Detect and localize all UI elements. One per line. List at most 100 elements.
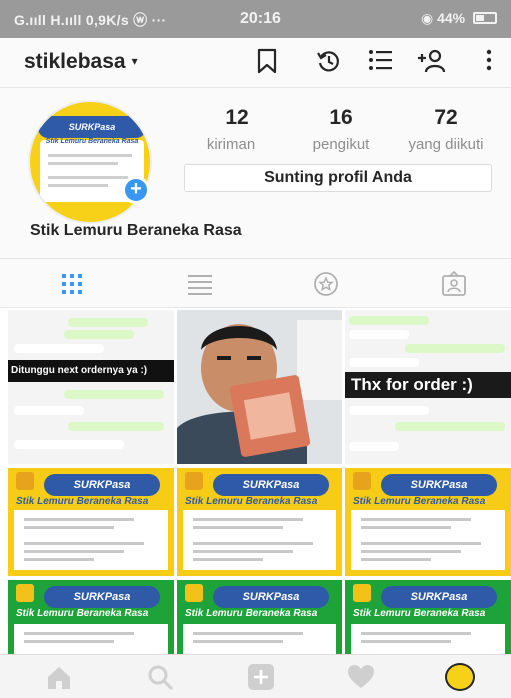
followers-count-value: 16 <box>329 106 353 129</box>
network-status: G.ııll H.ııll 0,9K/s ⓦ ··· <box>14 12 167 28</box>
chat-bubble <box>64 390 164 399</box>
person-tag-icon <box>442 270 466 296</box>
more-icon[interactable] <box>474 48 504 78</box>
edit-profile-button[interactable]: Sunting profil Anda <box>184 164 492 192</box>
avatar-text-line <box>48 162 118 165</box>
post-card <box>14 510 168 570</box>
profile-header: stiklebasa ▾ <box>0 38 511 88</box>
add-story-button[interactable]: + <box>122 176 150 204</box>
pizza-logo-icon <box>16 472 34 490</box>
post-thumbnail-yellow-3[interactable]: SURKPasa Stik Lemuru Beraneka Rasa <box>345 468 511 576</box>
avatar-title: Stik Lemuru Beraneka Rasa <box>45 138 139 145</box>
brand-banner: SURKPasa <box>213 474 329 496</box>
text-line <box>361 558 431 561</box>
battery-icon <box>473 12 497 24</box>
list-icon[interactable] <box>366 48 396 78</box>
text-line <box>361 632 471 635</box>
wifi-icon: ◉ <box>420 10 434 26</box>
chat-bubble <box>349 330 409 339</box>
post-thumbnail-chat-2[interactable]: Thx for order :) <box>345 310 511 464</box>
chat-bubble <box>14 344 104 353</box>
bookmark-icon[interactable] <box>252 48 282 78</box>
text-line <box>24 518 134 521</box>
brand-banner: SURKPasa <box>44 474 160 496</box>
post-title: Stik Lemuru Beraneka Rasa <box>353 496 486 507</box>
text-line <box>24 550 124 553</box>
chat-bubble <box>349 358 419 367</box>
text-line <box>24 542 144 545</box>
chat-bubble <box>68 318 148 327</box>
brand-banner: SURKPasa <box>213 586 329 608</box>
post-thumbnail-green-1[interactable]: SURKPasa Stik Lemuru Beraneka Rasa <box>8 580 174 654</box>
chat-bubble <box>14 440 124 449</box>
text-line <box>24 640 114 643</box>
profile-tab-avatar[interactable] <box>445 663 475 691</box>
bottom-navigation <box>0 654 511 698</box>
post-thumbnail-chat-1[interactable]: Ditunggu next ordernya ya :) <box>8 310 174 464</box>
text-line <box>24 558 94 561</box>
chevron-down-icon: ▾ <box>131 54 138 68</box>
corn-logo-icon <box>185 584 203 602</box>
tab-grid-view[interactable] <box>58 271 86 297</box>
tab-tagged[interactable] <box>312 271 340 297</box>
text-line <box>193 558 263 561</box>
chat-bubble <box>68 422 164 431</box>
brand-banner: SURKPasa <box>381 586 497 608</box>
text-line <box>24 632 134 635</box>
text-line <box>193 632 303 635</box>
chat-bubble <box>349 442 399 451</box>
avatar-text-line <box>48 154 132 157</box>
chat-bubble <box>405 344 505 353</box>
following-count-value: 72 <box>434 106 458 129</box>
post-caption-banner: Ditunggu next ordernya ya :) <box>8 360 174 382</box>
posts-count[interactable]: 12 kiriman <box>207 106 262 153</box>
text-line <box>193 526 283 529</box>
followers-count[interactable]: 16 pengikut <box>296 106 386 153</box>
post-title: Stik Lemuru Beraneka Rasa <box>185 608 318 619</box>
post-title: Stik Lemuru Beraneka Rasa <box>353 608 486 619</box>
account-switcher[interactable]: stiklebasa ▾ <box>24 50 138 74</box>
following-count-label: yang diikuti <box>408 136 484 153</box>
posts-grid: Ditunggu next ordernya ya :) Thx for ord… <box>8 310 511 654</box>
activity-heart-icon[interactable] <box>346 663 376 691</box>
post-card <box>351 624 505 654</box>
post-title: Stik Lemuru Beraneka Rasa <box>16 496 149 507</box>
following-count[interactable]: 72 yang diikuti <box>390 106 502 153</box>
chat-bubble <box>14 406 84 415</box>
chat-bubble <box>395 422 505 431</box>
tab-list-view[interactable] <box>186 271 214 297</box>
search-icon[interactable] <box>146 663 176 691</box>
status-time: 20:16 <box>240 10 281 27</box>
home-icon[interactable] <box>44 663 74 691</box>
profile-full-name: Stik Lemuru Beraneka Rasa <box>30 222 242 239</box>
avatar-brand-banner: SURKPasa <box>38 116 146 138</box>
posts-count-value: 12 <box>225 106 249 129</box>
add-post-icon[interactable] <box>246 663 276 691</box>
corn-logo-icon <box>353 584 371 602</box>
avatar-text-line <box>48 176 128 179</box>
archive-history-icon[interactable] <box>314 48 344 78</box>
brand-banner: SURKPasa <box>381 474 497 496</box>
text-line <box>193 640 283 643</box>
text-line <box>361 518 471 521</box>
star-badge-icon <box>314 272 338 296</box>
add-person-icon[interactable] <box>416 48 446 78</box>
post-title: Stik Lemuru Beraneka Rasa <box>185 496 318 507</box>
post-thumbnail-photo[interactable] <box>177 310 342 464</box>
post-thumbnail-yellow-2[interactable]: SURKPasa Stik Lemuru Beraneka Rasa <box>177 468 342 576</box>
chat-bubble <box>349 406 429 415</box>
post-card <box>14 624 168 654</box>
posts-count-label: kiriman <box>206 136 256 153</box>
post-thumbnail-green-2[interactable]: SURKPasa Stik Lemuru Beraneka Rasa <box>177 580 342 654</box>
person-with-product-image <box>177 310 342 464</box>
followers-count-label: pengikut <box>312 136 370 153</box>
post-thumbnail-yellow-1[interactable]: SURKPasa Stik Lemuru Beraneka Rasa <box>8 468 174 576</box>
text-line <box>361 640 451 643</box>
tab-saved[interactable] <box>440 270 468 297</box>
grid-icon <box>62 274 82 294</box>
profile-avatar[interactable]: SURKPasa Stik Lemuru Beraneka Rasa <box>28 100 152 224</box>
text-line <box>193 542 313 545</box>
post-thumbnail-green-3[interactable]: SURKPasa Stik Lemuru Beraneka Rasa <box>345 580 511 654</box>
text-line <box>24 526 114 529</box>
pizza-logo-icon <box>185 472 203 490</box>
